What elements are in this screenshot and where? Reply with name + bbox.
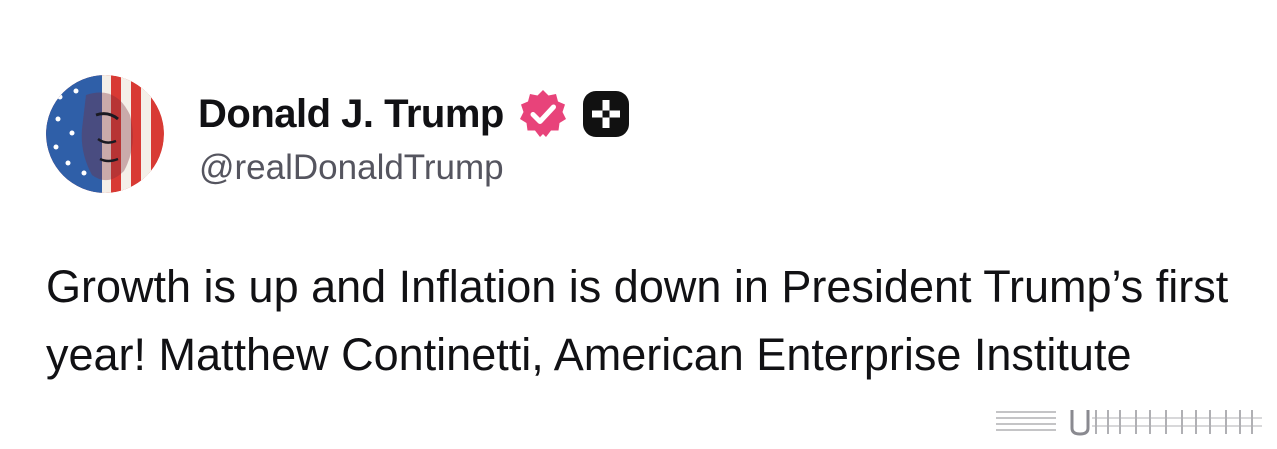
- display-name[interactable]: Donald J. Trump: [198, 92, 504, 137]
- post-card: Donald J. Trump @realDonaldTrump Growth …: [0, 0, 1277, 449]
- user-handle[interactable]: @realDonaldTrump: [199, 148, 504, 188]
- avatar-image: [46, 75, 164, 193]
- post-text: Growth is up and Inflation is down in Pr…: [46, 261, 1229, 380]
- avatar[interactable]: [46, 75, 164, 193]
- name-row: Donald J. Trump: [198, 86, 630, 142]
- verified-badge-icon: [519, 90, 566, 137]
- watermark: [996, 410, 1262, 436]
- plus-badge-icon: [582, 91, 629, 137]
